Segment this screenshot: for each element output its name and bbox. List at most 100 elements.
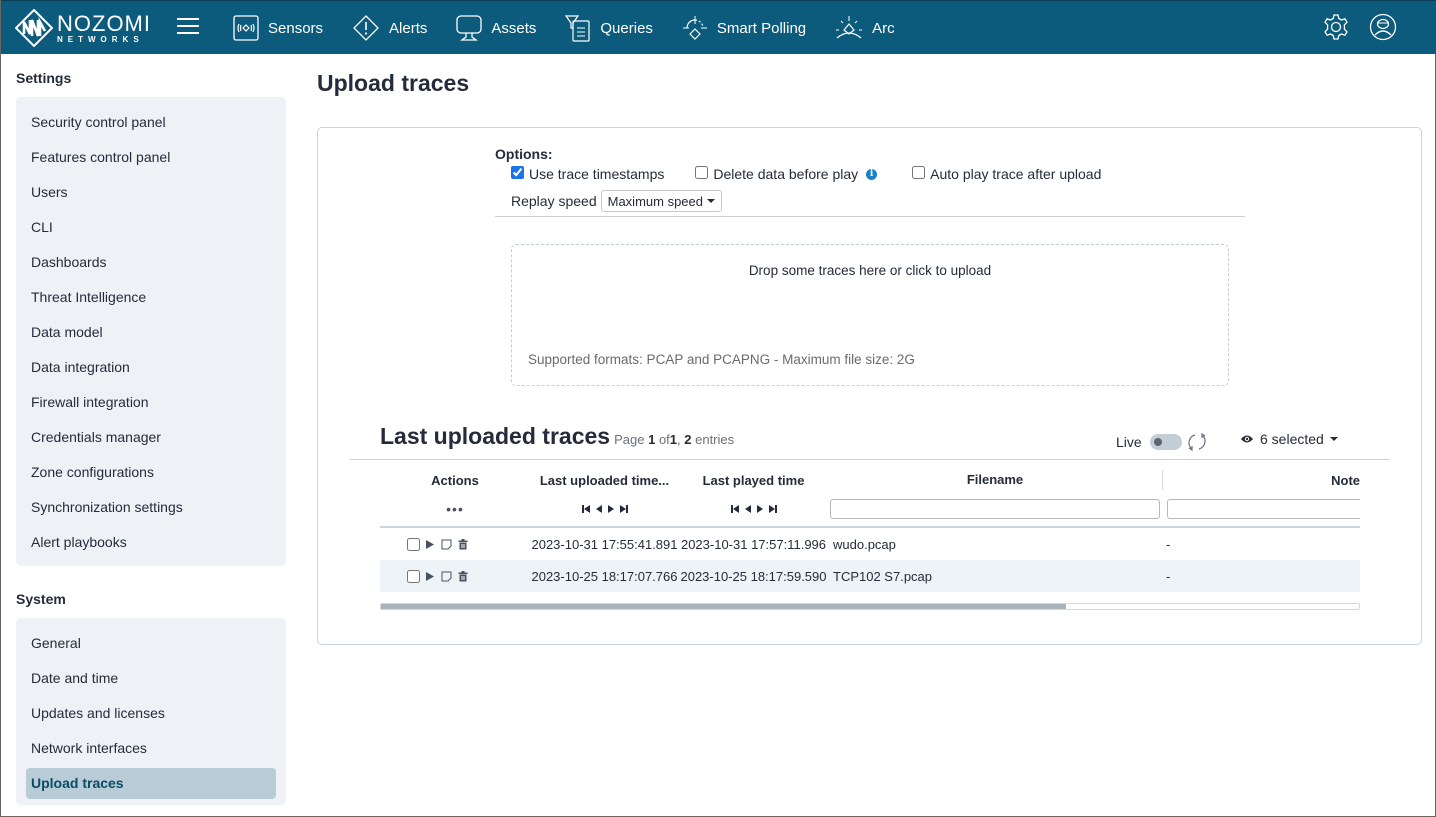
auto-play-label: Auto play trace after upload: [930, 166, 1102, 182]
last-uploaded-header: Last uploaded traces Page 1 of1, 2 entri…: [380, 423, 734, 450]
col-header-last-uploaded[interactable]: Last uploaded time...: [530, 473, 679, 488]
cell-note: -: [1166, 568, 1171, 584]
col-header-last-played[interactable]: Last played time: [679, 473, 828, 488]
sidebar-item-data-model[interactable]: Data model: [26, 315, 276, 350]
smart-polling-icon: [682, 16, 707, 40]
cell-filename: TCP102 S7.pcap: [833, 568, 933, 584]
table-filter-row: •••: [380, 492, 1360, 526]
sidebar-item-cli[interactable]: CLI: [26, 210, 276, 245]
options-divider: [495, 216, 1245, 217]
nav-sensors[interactable]: Sensors: [233, 15, 323, 41]
live-label: Live: [1116, 434, 1142, 450]
sidebar-item-network-interfaces[interactable]: Network interfaces: [26, 731, 276, 766]
sidebar-section-settings: Settings: [16, 70, 72, 86]
delete-data-before-play-label: Delete data before play: [713, 166, 859, 182]
sidebar-item-threat-intelligence[interactable]: Threat Intelligence: [26, 280, 276, 315]
info-icon[interactable]: i: [866, 168, 878, 180]
sidebar-item-dashboards[interactable]: Dashboards: [26, 245, 276, 280]
hamburger-menu-icon[interactable]: [177, 18, 199, 36]
nav-arc[interactable]: Arc: [835, 14, 895, 42]
play-icon[interactable]: [425, 539, 435, 550]
col-header-note[interactable]: Note: [1163, 473, 1360, 488]
use-trace-timestamps-input[interactable]: [511, 165, 524, 179]
note-icon[interactable]: [441, 571, 452, 582]
sidebar-item-firewall-integration[interactable]: Firewall integration: [26, 385, 276, 420]
row-select-checkbox[interactable]: [407, 569, 420, 583]
filename-filter-input[interactable]: [830, 499, 1160, 519]
nav-label: Assets: [491, 19, 537, 37]
sidebar-item-synchronization-settings[interactable]: Synchronization settings: [26, 490, 276, 525]
nav-queries[interactable]: Queries: [565, 14, 653, 42]
note-icon[interactable]: [441, 539, 452, 550]
trace-dropzone[interactable]: Drop some traces here or click to upload…: [511, 244, 1229, 386]
prev-icon[interactable]: [595, 504, 603, 514]
sidebar-item-upload-traces[interactable]: Upload traces: [26, 768, 276, 799]
entries-count: 2: [684, 432, 692, 447]
note-filter-input[interactable]: [1167, 499, 1360, 519]
refresh-icon[interactable]: [1184, 429, 1210, 455]
replay-speed-label: Replay speed: [511, 193, 597, 209]
dropzone-formats-hint: Supported formats: PCAP and PCAPNG - Max…: [528, 352, 915, 367]
first-icon[interactable]: [730, 504, 740, 514]
sidebar-item-data-integration[interactable]: Data integration: [26, 350, 276, 385]
sidebar-item-alert-playbooks[interactable]: Alert playbooks: [26, 525, 276, 560]
more-actions-icon[interactable]: •••: [380, 501, 530, 517]
last-icon[interactable]: [619, 504, 629, 514]
use-trace-timestamps-label: Use trace timestamps: [529, 166, 665, 182]
next-icon[interactable]: [756, 504, 764, 514]
auto-play-input[interactable]: [912, 165, 926, 179]
replay-speed-select[interactable]: Maximum speed: [600, 190, 722, 212]
nozomi-logo[interactable]: NOZOMI NETWORKS: [15, 9, 151, 47]
sidebar-item-updates-and-licenses[interactable]: Updates and licenses: [26, 696, 276, 731]
delete-data-before-play-checkbox[interactable]: Delete data before play i: [695, 165, 878, 182]
nav-label: Smart Polling: [716, 19, 807, 37]
replay-speed-value: Maximum speed: [607, 193, 703, 209]
auto-play-checkbox[interactable]: Auto play trace after upload: [912, 165, 1102, 182]
sidebar-item-date-and-time[interactable]: Date and time: [26, 661, 276, 696]
trash-icon[interactable]: [458, 570, 468, 582]
cell-played-time: 2023-10-31 17:57:11.996: [680, 536, 827, 552]
first-icon[interactable]: [581, 504, 591, 514]
trash-icon[interactable]: [458, 538, 468, 550]
nav-smart-polling[interactable]: Smart Polling: [682, 14, 806, 42]
brand-sub: NETWORKS: [57, 34, 144, 44]
cell-filename: wudo.pcap: [833, 536, 896, 552]
prev-icon[interactable]: [744, 504, 752, 514]
col-header-filename[interactable]: Filename: [828, 470, 1163, 490]
nav-label: Arc: [872, 19, 895, 37]
sidebar-item-users[interactable]: Users: [26, 175, 276, 210]
horizontal-scrollbar[interactable]: [380, 603, 1360, 610]
upload-traces-panel: Options: Use trace timestamps Delete dat…: [317, 127, 1422, 645]
nav-alerts[interactable]: Alerts: [352, 14, 427, 42]
nav-assets[interactable]: Assets: [456, 14, 536, 42]
sidebar-item-features-control-panel[interactable]: Features control panel: [26, 140, 276, 175]
sensors-icon: [233, 15, 259, 41]
sidebar-item-credentials-manager[interactable]: Credentials manager: [26, 420, 276, 455]
row-select-checkbox[interactable]: [407, 537, 420, 551]
sidebar-item-zone-configurations[interactable]: Zone configurations: [26, 455, 276, 490]
section-divider: [350, 459, 1390, 460]
columns-selected-label: 6 selected: [1260, 431, 1324, 447]
live-toggle[interactable]: [1149, 434, 1182, 450]
last-uploaded-title: Last uploaded traces: [380, 423, 611, 449]
gear-icon[interactable]: [1322, 13, 1350, 41]
column-selector-dropdown[interactable]: 6 selected: [1240, 431, 1338, 447]
sidebar-item-security-control-panel[interactable]: Security control panel: [26, 105, 276, 140]
scrollbar-thumb[interactable]: [381, 604, 1066, 609]
uploaded-time-range-pager: [530, 504, 679, 514]
entries-word: entries: [695, 432, 735, 447]
last-icon[interactable]: [768, 504, 778, 514]
use-trace-timestamps-checkbox[interactable]: Use trace timestamps: [511, 165, 665, 182]
sidebar-section-system: System: [16, 591, 66, 607]
col-header-actions[interactable]: Actions: [380, 473, 530, 488]
current-page: 1: [648, 432, 656, 447]
next-icon[interactable]: [607, 504, 615, 514]
top-navbar: NOZOMI NETWORKS Sensors Alerts Assets Qu…: [1, 0, 1436, 54]
delete-data-before-play-input[interactable]: [695, 165, 709, 179]
user-icon[interactable]: [1369, 13, 1397, 41]
play-icon[interactable]: [425, 571, 435, 582]
system-menu: General Date and time Updates and licens…: [16, 618, 286, 805]
sidebar-item-general[interactable]: General: [26, 626, 276, 661]
played-time-range-pager: [679, 504, 828, 514]
table-row: 2023-10-25 18:17:07.766 2023-10-25 18:17…: [380, 560, 1360, 592]
